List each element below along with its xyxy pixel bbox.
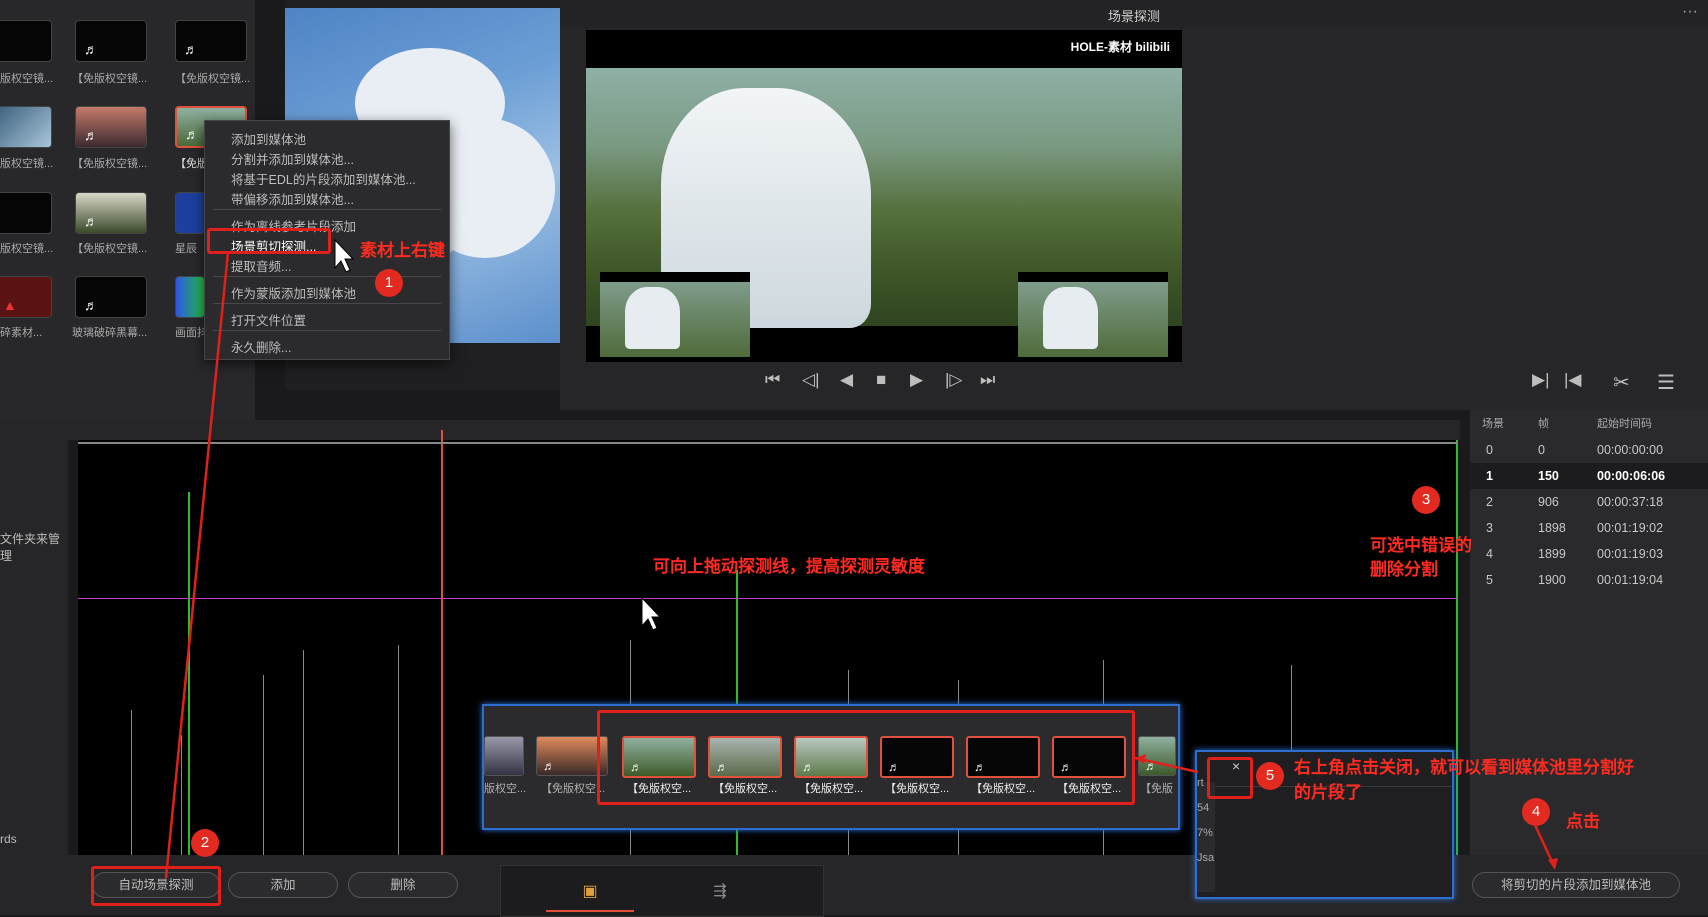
annotation-text: 点击 (1566, 812, 1600, 831)
step-badge: 2 (191, 829, 219, 857)
step-badge: 4 (1522, 798, 1550, 826)
annotation-text: 可向上拖动探测线，提高探测灵敏度 (653, 557, 925, 576)
annotation-text: 素材上右键 (360, 241, 445, 260)
step-badge: 5 (1256, 762, 1284, 790)
annotation-text: 可选中错误的 删除分割 (1370, 536, 1472, 579)
annotation-text: 右上角点击关闭，就可以看到媒体池里分割好 的片段了 (1294, 758, 1634, 802)
step-badge: 1 (375, 269, 403, 297)
step-badge: 3 (1412, 486, 1440, 514)
